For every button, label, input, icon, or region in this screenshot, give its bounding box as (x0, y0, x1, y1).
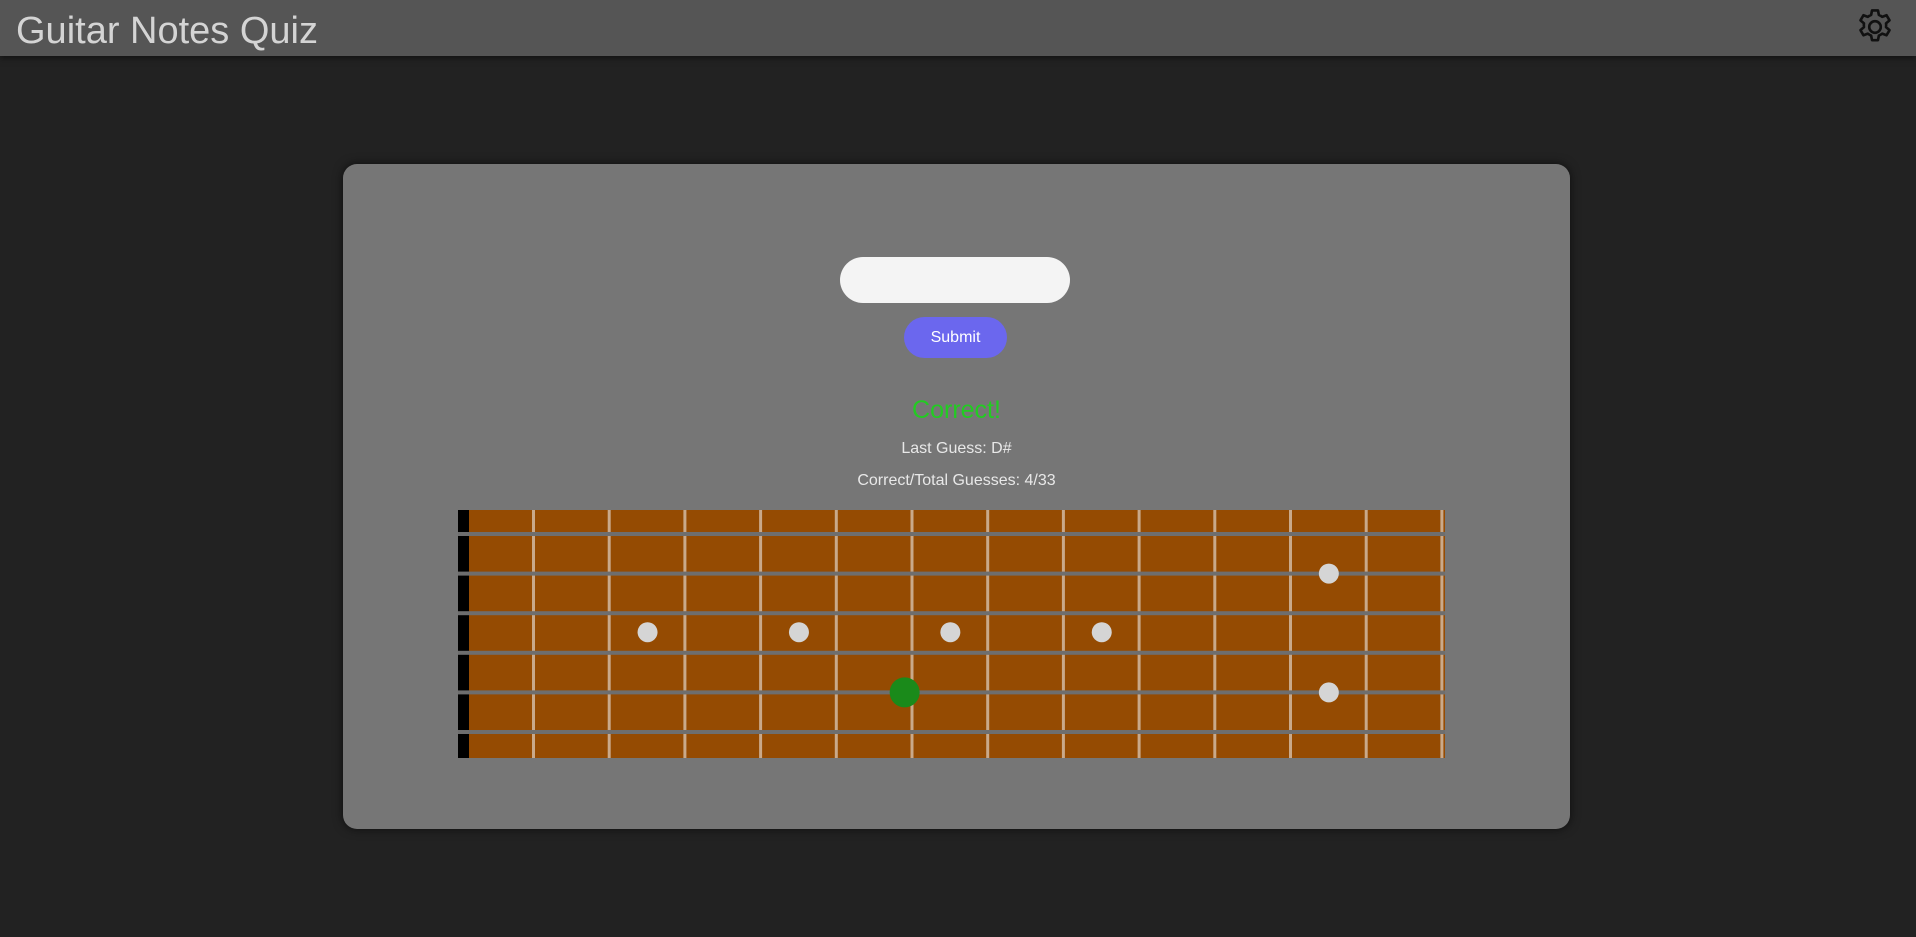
gear-icon (1859, 9, 1891, 42)
guitar-string (458, 730, 1445, 734)
fret-wire (1213, 510, 1217, 758)
guitar-string (458, 690, 1445, 695)
fret-wire (607, 510, 611, 758)
fret-marker (1318, 563, 1339, 584)
fret-wire (1440, 510, 1444, 758)
fret-wire (834, 510, 838, 758)
fret-wire (532, 510, 535, 758)
fret-wire (910, 510, 914, 758)
guitar-string (458, 611, 1445, 616)
fret-wire (759, 510, 763, 758)
score-text: Correct/Total Guesses: 4/33 (857, 472, 1056, 489)
fret-marker (637, 622, 658, 643)
fret-marker (1318, 682, 1339, 703)
fret-marker (1091, 622, 1112, 643)
app-title: Guitar Notes Quiz (16, 10, 318, 52)
result-message: Correct! (912, 396, 1001, 424)
fret-marker (940, 622, 961, 643)
fret-wire (1364, 510, 1368, 758)
active-note-marker[interactable] (889, 677, 920, 708)
guitar-string (458, 532, 1445, 536)
guitar-string (458, 571, 1445, 576)
fret-wire (1289, 510, 1292, 758)
top-bar: Guitar Notes Quiz (0, 0, 1916, 56)
fret-marker (788, 622, 809, 643)
fretboard[interactable] (458, 510, 1445, 758)
fret-wire (1061, 510, 1065, 758)
fretboard-nut (458, 510, 469, 758)
fret-wire (683, 510, 687, 758)
fret-wire (1137, 510, 1141, 758)
settings-button[interactable] (1854, 6, 1896, 48)
guitar-string (458, 650, 1445, 655)
answer-input[interactable] (840, 257, 1070, 303)
submit-button[interactable]: Submit (904, 317, 1007, 358)
fret-wire (986, 510, 990, 758)
last-guess-text: Last Guess: D# (901, 440, 1012, 457)
